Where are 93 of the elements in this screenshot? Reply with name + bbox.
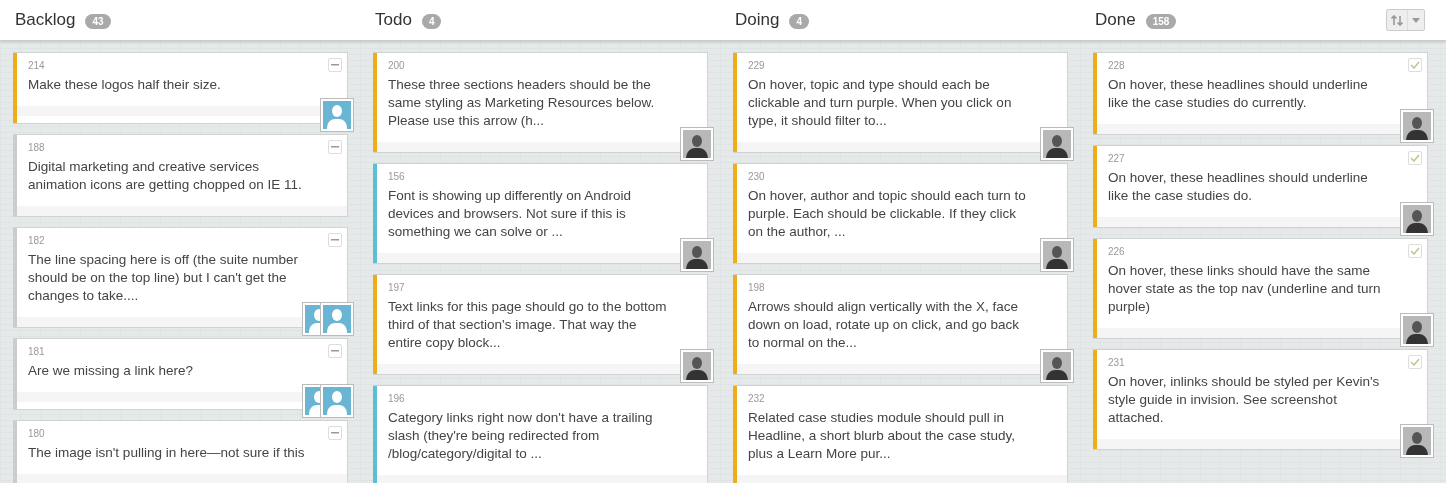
card-text: The line spacing here is off (the suite number should be on the top line) but I can't get the changes to take.... — [28, 251, 299, 305]
card-number: 182 — [28, 234, 45, 248]
user-avatar — [1041, 239, 1073, 271]
user-avatar — [321, 99, 353, 131]
minus-icon — [331, 432, 339, 434]
task-card[interactable]: 230 On hover, author and topic should each turn to purple. Each should be clickable. If they click on the author, ... — [733, 163, 1068, 264]
user-avatar — [1041, 128, 1073, 160]
done-checkbox[interactable] — [1408, 355, 1422, 369]
card-text: On hover, these headlines should underline like the case studies do. — [1108, 169, 1369, 205]
card-number: 198 — [748, 281, 765, 295]
card-number: 197 — [388, 281, 405, 295]
column-title: Done — [1095, 10, 1136, 30]
card-number: 232 — [748, 392, 765, 406]
collapse-button[interactable] — [328, 233, 342, 247]
count-badge: 4 — [421, 14, 442, 29]
user-avatar — [1401, 110, 1433, 142]
user-avatar — [1041, 350, 1073, 382]
count-badge: 4 — [789, 14, 809, 29]
user-avatar — [1401, 203, 1433, 235]
card-number: 227 — [1108, 152, 1125, 166]
card-text: The image isn't pulling in here—not sure if this — [28, 444, 306, 462]
card-text: On hover, inlinks should be styled per Kevin's style guide in invision. See screenshot attached. — [1108, 373, 1381, 427]
card-number: 196 — [388, 392, 405, 406]
card-text: On hover, these headlines should underline like the case studies do currently. — [1108, 76, 1369, 112]
user-avatar — [681, 350, 713, 382]
card-text: Text links for this page should go to the bottom third of that section's image. That way the entire copy block... — [388, 298, 668, 352]
user-avatar — [1401, 314, 1433, 346]
caret-icon — [1412, 17, 1420, 23]
card-number: 180 — [28, 427, 45, 441]
user-avatar — [1401, 425, 1433, 457]
check-icon — [1410, 61, 1420, 69]
collapse-button[interactable] — [328, 58, 342, 72]
user-avatar — [681, 128, 713, 160]
task-card[interactable]: 231 On hover, inlinks should be styled per Kevin's style guide in invision. See screenshot attached. — [1093, 349, 1428, 450]
check-icon — [1410, 154, 1420, 162]
check-icon — [1410, 358, 1420, 366]
card-text: On hover, topic and type should each be clickable and turn purple. When you click on type, it should filter to... — [748, 76, 1013, 130]
collapse-button[interactable] — [328, 426, 342, 440]
card-text: Are we missing a link here? — [28, 362, 195, 380]
card-text: Make these logos half their size. — [28, 76, 222, 94]
column-title: Doing — [735, 10, 780, 30]
task-card[interactable]: 200 These three sections headers should be the same styling as Marketing Resources below. Please use this arrow (h... — [373, 52, 708, 153]
user-avatar — [321, 385, 353, 417]
task-card[interactable]: 229 On hover, topic and type should each be clickable and turn purple. When you click on type, it should filter to... — [733, 52, 1068, 153]
task-card[interactable]: 196 Category links right now don't have a trailing slash (they're being redirected from /blog/category/digital to ... — [373, 385, 708, 483]
card-text: Font is showing up differently on Android devices and browsers. Not sure if this is something we can solve or ... — [388, 187, 632, 241]
task-card[interactable]: 181 Are we missing a link here? — [13, 338, 348, 410]
minus-icon — [331, 146, 339, 148]
task-card[interactable]: 197 Text links for this page should go to the bottom third of that section's image. That way the entire copy block... — [373, 274, 708, 375]
card-number: 228 — [1108, 59, 1125, 73]
card-text: Digital marketing and creative services animation icons are getting chopped on IE 11. — [28, 158, 303, 194]
task-card[interactable]: 214 Make these logos half their size. — [13, 52, 348, 124]
column-title: Backlog — [15, 10, 76, 30]
card-number: 230 — [748, 170, 765, 184]
task-card[interactable]: 226 On hover, these links should have the same hover state as the top nav (underline and turn purple) — [1093, 238, 1428, 339]
collapse-button[interactable] — [328, 344, 342, 358]
done-checkbox[interactable] — [1408, 244, 1422, 258]
task-card[interactable]: 198 Arrows should align vertically with the X, face down on load, rotate up on click, and go back to normal on the... — [733, 274, 1068, 375]
minus-icon — [331, 350, 339, 352]
task-card[interactable]: 156 Font is showing up differently on Android devices and browsers. Not sure if this is something we can solve or ... — [373, 163, 708, 264]
task-card[interactable]: 188 Digital marketing and creative services animation icons are getting chopped on IE 11. — [13, 134, 348, 217]
sort-icon — [1391, 14, 1403, 26]
collapse-button[interactable] — [328, 140, 342, 154]
minus-icon — [331, 239, 339, 241]
minus-icon — [331, 64, 339, 66]
check-icon — [1410, 247, 1420, 255]
task-card[interactable]: 228 On hover, these headlines should underline like the case studies do currently. — [1093, 52, 1428, 135]
card-number: 181 — [28, 345, 45, 359]
task-card[interactable]: 182 The line spacing here is off (the suite number should be on the top line) but I can't get the changes to take.... — [13, 227, 348, 328]
task-card[interactable]: 227 On hover, these headlines should underline like the case studies do. — [1093, 145, 1428, 228]
user-avatar — [681, 239, 713, 271]
column-title: Todo — [375, 10, 412, 30]
card-text: Related case studies module should pull in Headline, a short blurb about the case study, plus a Learn More pur... — [748, 409, 1016, 463]
card-number: 200 — [388, 59, 405, 73]
sort-button[interactable] — [1386, 9, 1425, 31]
card-number: 214 — [28, 59, 45, 73]
card-number: 231 — [1108, 356, 1125, 370]
card-text: On hover, author and topic should each turn to purple. Each should be clickable. If they click on the author, ... — [748, 187, 1027, 241]
card-number: 188 — [28, 141, 45, 155]
card-text: Category links right now don't have a trailing slash (they're being redirected from /blog/category/digital to ... — [388, 409, 654, 463]
card-number: 156 — [388, 170, 405, 184]
user-avatar — [321, 303, 353, 335]
card-text: These three sections headers should be the same styling as Marketing Resources below. Please use this arrow (h... — [388, 76, 656, 130]
card-number: 226 — [1108, 245, 1125, 259]
count-badge: 43 — [85, 14, 111, 29]
count-badge: 158 — [1145, 14, 1177, 29]
card-text: Arrows should align vertically with the X, face down on load, rotate up on click, and go back to normal on the... — [748, 298, 1020, 352]
card-text: On hover, these links should have the same hover state as the top nav (underline and turn purple) — [1108, 262, 1382, 316]
done-checkbox[interactable] — [1408, 58, 1422, 72]
done-checkbox[interactable] — [1408, 151, 1422, 165]
task-card[interactable]: 180 The image isn't pulling in here—not sure if this — [13, 420, 348, 483]
card-number: 229 — [748, 59, 765, 73]
task-card[interactable]: 232 Related case studies module should pull in Headline, a short blurb about the case study, plus a Learn More pur... — [733, 385, 1068, 483]
